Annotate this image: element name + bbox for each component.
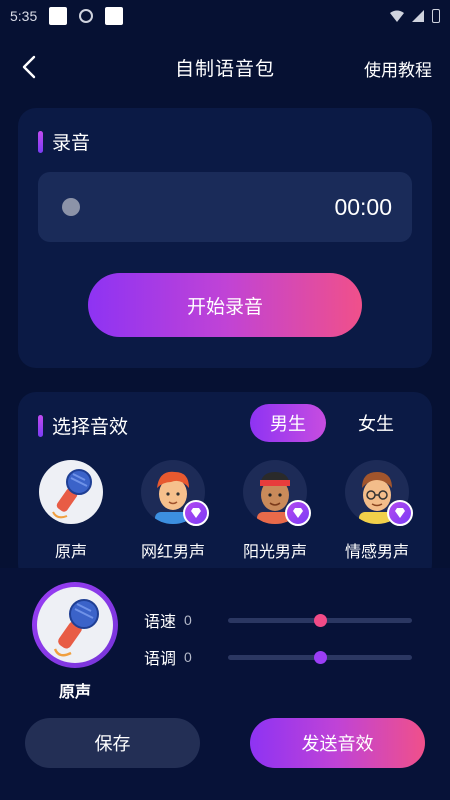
pitch-slider-thumb[interactable]: [314, 650, 327, 664]
wifi-icon: [390, 10, 404, 22]
microphone-icon: [39, 460, 103, 524]
voice-label: 原声: [54, 542, 87, 561]
recording-section-title: 录音: [38, 128, 90, 155]
effects-section-title: 选择音效: [38, 412, 128, 439]
title-accent-bar: [38, 414, 43, 437]
status-time: 5:35: [10, 8, 38, 24]
battery-icon: [432, 9, 440, 23]
effects-card: 选择音效 男生 女生 原声 网红男声 阳光男声 情感男声: [18, 392, 432, 582]
pitch-slider[interactable]: [228, 650, 412, 664]
back-arrow-icon[interactable]: [18, 54, 42, 80]
microphone-icon: [37, 587, 113, 663]
save-button[interactable]: 保存: [25, 718, 200, 768]
effects-title-label: 选择音效: [52, 416, 129, 438]
bottom-panel: 原声 语速 0 语调 0 保存 发送音效: [0, 568, 450, 800]
sync-icon: [79, 9, 94, 23]
speed-slider-row: 语速 0: [144, 608, 414, 632]
record-timer: 00:00: [334, 194, 392, 220]
title-accent-bar: [38, 130, 43, 153]
vip-diamond-icon: [285, 500, 311, 526]
speed-slider-thumb[interactable]: [314, 613, 327, 627]
notification-icon: [49, 7, 68, 25]
pitch-label: 语调: [144, 649, 177, 668]
record-status-dot: [62, 198, 80, 216]
top-nav: 自制语音包 使用教程: [0, 42, 450, 92]
voice-item-influencer[interactable]: 网红男声: [128, 460, 218, 562]
status-bar: 5:35: [0, 0, 450, 32]
gender-tabs: 男生 女生: [250, 404, 414, 442]
vip-diamond-icon: [387, 500, 413, 526]
voice-item-original[interactable]: 原声: [26, 460, 116, 562]
voice-label: 阳光男声: [242, 542, 307, 561]
signal-icon: [412, 10, 424, 22]
tutorial-link[interactable]: 使用教程: [364, 56, 432, 81]
selected-voice-avatar: [32, 582, 118, 668]
selected-voice-label: 原声: [58, 682, 91, 701]
recording-title-label: 录音: [52, 132, 91, 154]
pitch-value: 0: [184, 649, 192, 665]
pitch-slider-row: 语调 0: [144, 645, 414, 669]
send-effect-button[interactable]: 发送音效: [250, 718, 425, 768]
notification-icon-2: [105, 7, 124, 25]
voice-item-emotional[interactable]: 情感男声: [332, 460, 422, 562]
tab-female[interactable]: 女生: [338, 404, 414, 442]
tab-male[interactable]: 男生: [250, 404, 326, 442]
speed-label: 语速: [144, 612, 177, 631]
vip-diamond-icon: [183, 500, 209, 526]
voice-item-sunny[interactable]: 阳光男声: [230, 460, 320, 562]
speed-value: 0: [184, 612, 192, 628]
voice-label: 网红男声: [140, 542, 205, 561]
status-icons: [390, 9, 440, 23]
recording-card: 录音 00:00 开始录音: [18, 108, 432, 368]
speed-slider[interactable]: [228, 613, 412, 627]
page-title: 自制语音包: [174, 57, 275, 80]
start-recording-button[interactable]: 开始录音: [88, 273, 362, 337]
recording-display: 00:00: [38, 172, 412, 242]
voice-list: 原声 网红男声 阳光男声 情感男声: [18, 460, 432, 570]
voice-label: 情感男声: [344, 542, 409, 561]
